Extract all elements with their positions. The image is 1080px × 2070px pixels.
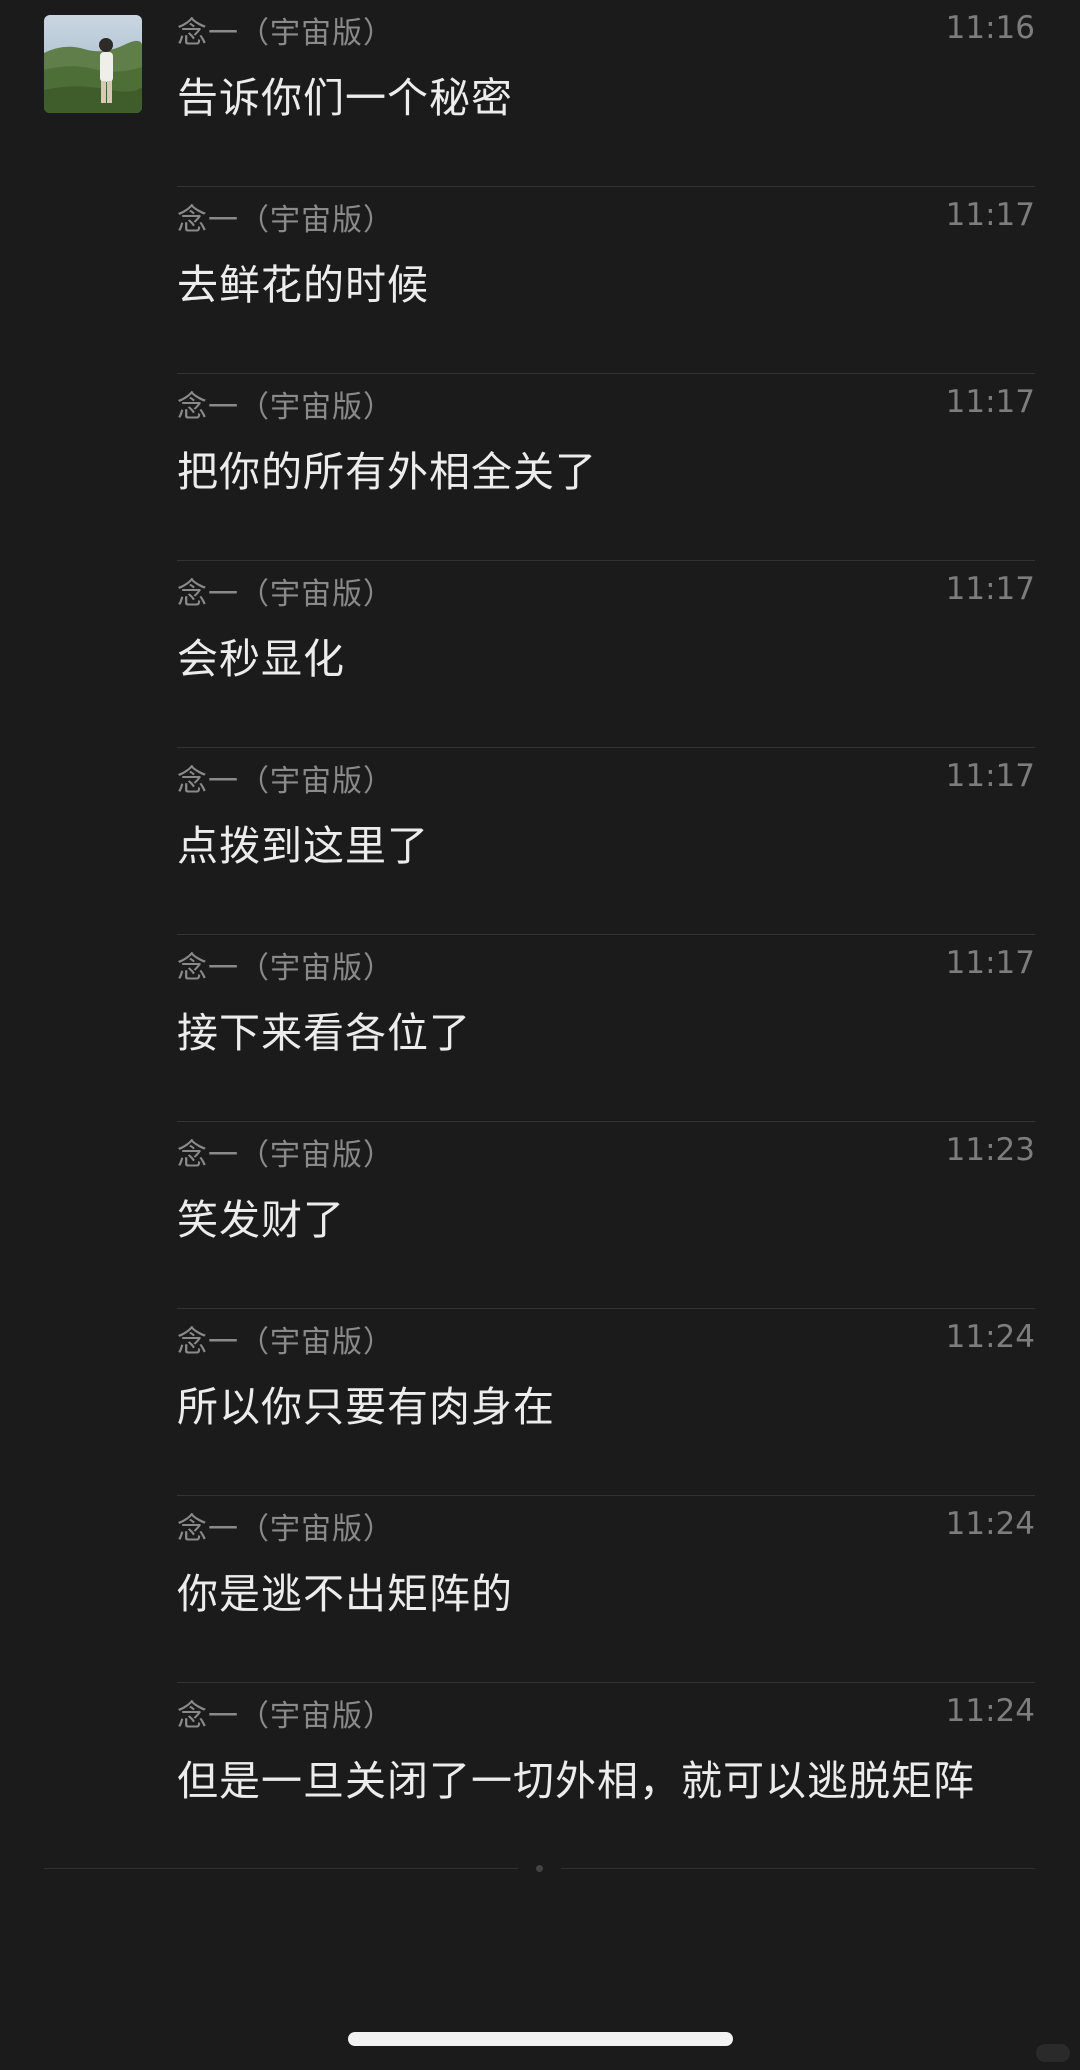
home-indicator[interactable] <box>348 2032 733 2046</box>
message-text: 笑发财了 <box>177 1196 345 1244</box>
end-divider-right <box>561 1868 1035 1869</box>
message-time: 11:24 <box>945 1506 1035 1542</box>
avatar-photo-icon <box>44 15 142 113</box>
sender-name: 念一（宇宙版） <box>177 16 394 51</box>
chat-message[interactable]: 念一（宇宙版） 11:24 你是逃不出矩阵的 <box>177 1496 1035 1683</box>
chat-message[interactable]: 念一（宇宙版） 11:17 把你的所有外相全关了 <box>177 374 1035 561</box>
message-time: 11:17 <box>945 945 1035 981</box>
sender-name: 念一（宇宙版） <box>177 577 394 612</box>
message-time: 11:17 <box>945 384 1035 420</box>
end-of-history-dot <box>536 1865 543 1872</box>
chat-message[interactable]: 念一（宇宙版） 11:24 所以你只要有肉身在 <box>177 1309 1035 1496</box>
sender-name: 念一（宇宙版） <box>177 1325 394 1360</box>
message-text: 去鲜花的时候 <box>177 261 429 309</box>
chat-message[interactable]: 念一（宇宙版） 11:17 点拨到这里了 <box>177 748 1035 935</box>
message-text: 你是逃不出矩阵的 <box>177 1570 513 1618</box>
sender-name: 念一（宇宙版） <box>177 951 394 986</box>
sender-name: 念一（宇宙版） <box>177 1699 394 1734</box>
avatar[interactable] <box>44 15 142 113</box>
chat-message[interactable]: 念一（宇宙版） 11:24 但是一旦关闭了一切外相，就可以逃脱矩阵 <box>177 1683 1035 1870</box>
sender-name: 念一（宇宙版） <box>177 764 394 799</box>
message-text: 但是一旦关闭了一切外相，就可以逃脱矩阵 <box>177 1757 975 1805</box>
message-time: 11:23 <box>945 1132 1035 1168</box>
watermark-badge-icon <box>1036 2044 1070 2062</box>
chat-message[interactable]: 念一（宇宙版） 11:16 告诉你们一个秘密 <box>177 0 1035 187</box>
chat-message[interactable]: 念一（宇宙版） 11:17 接下来看各位了 <box>177 935 1035 1122</box>
sender-name: 念一（宇宙版） <box>177 390 394 425</box>
chat-message[interactable]: 念一（宇宙版） 11:23 笑发财了 <box>177 1122 1035 1309</box>
end-divider-left <box>44 1868 518 1869</box>
sender-name: 念一（宇宙版） <box>177 1512 394 1547</box>
message-text: 会秒显化 <box>177 635 345 683</box>
message-text: 把你的所有外相全关了 <box>177 448 597 496</box>
message-time: 11:16 <box>945 10 1035 46</box>
sender-name: 念一（宇宙版） <box>177 203 394 238</box>
message-text: 接下来看各位了 <box>177 1009 471 1057</box>
chat-message[interactable]: 念一（宇宙版） 11:17 会秒显化 <box>177 561 1035 748</box>
chat-message[interactable]: 念一（宇宙版） 11:17 去鲜花的时候 <box>177 187 1035 374</box>
message-time: 11:24 <box>945 1693 1035 1729</box>
message-time: 11:24 <box>945 1319 1035 1355</box>
message-text: 所以你只要有肉身在 <box>177 1383 555 1431</box>
message-time: 11:17 <box>945 571 1035 607</box>
message-text: 点拨到这里了 <box>177 822 429 870</box>
sender-name: 念一（宇宙版） <box>177 1138 394 1173</box>
message-text: 告诉你们一个秘密 <box>177 74 513 122</box>
message-time: 11:17 <box>945 758 1035 794</box>
message-time: 11:17 <box>945 197 1035 233</box>
